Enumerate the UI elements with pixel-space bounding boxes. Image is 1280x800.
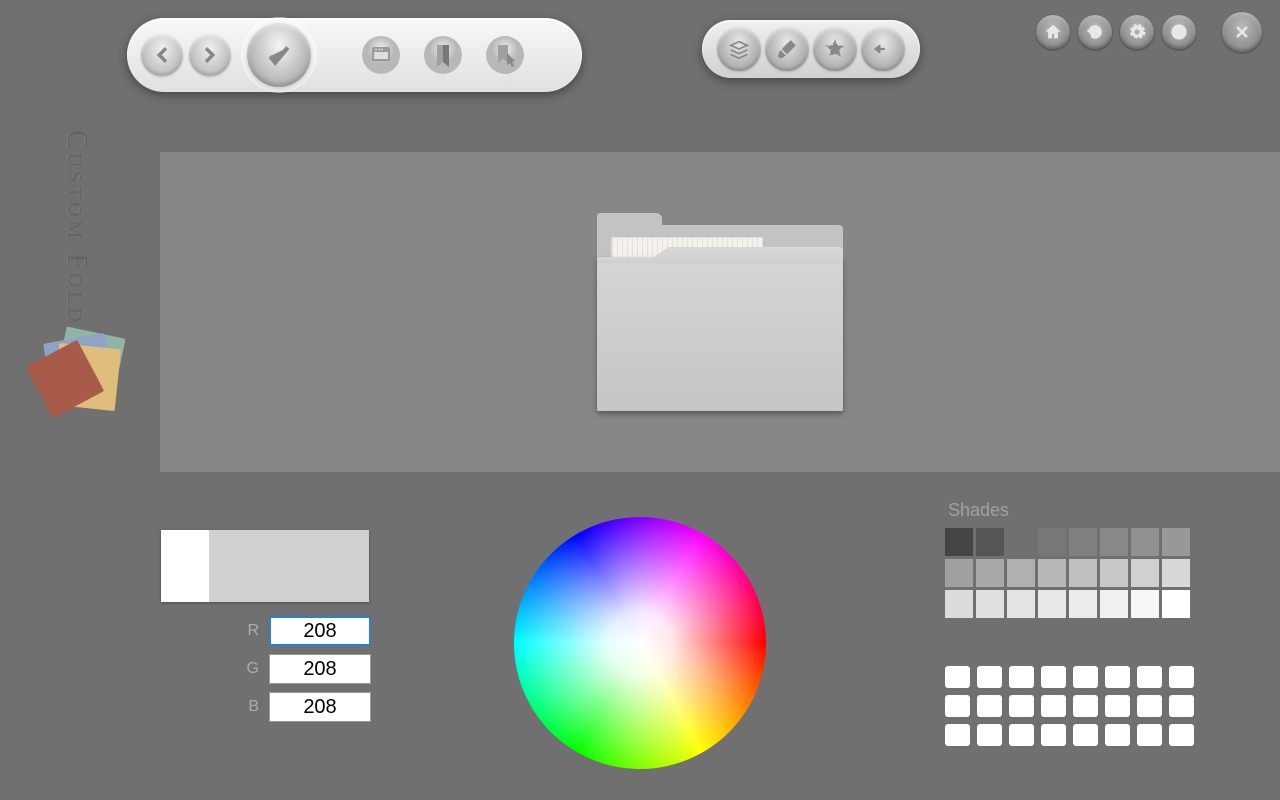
b-input[interactable] [269, 692, 371, 722]
favorite-swatch[interactable] [945, 666, 970, 688]
rgb-inputs: R G B [245, 616, 371, 722]
shade-swatch[interactable] [1038, 590, 1066, 618]
favorite-swatch[interactable] [1041, 666, 1066, 688]
g-input[interactable] [269, 654, 371, 684]
favorite-swatch[interactable] [1073, 724, 1098, 746]
color-wheel[interactable] [514, 517, 766, 769]
shade-swatch[interactable] [1007, 559, 1035, 587]
shade-swatch[interactable] [1162, 590, 1190, 618]
tool-toolbar [702, 20, 920, 78]
b-label: B [245, 698, 259, 716]
shade-swatch[interactable] [976, 559, 1004, 587]
favorites-grid [945, 666, 1194, 746]
favorite-swatch[interactable] [977, 724, 1002, 746]
favorite-swatch[interactable] [977, 695, 1002, 717]
layers-icon [728, 38, 750, 60]
shade-swatch[interactable] [945, 590, 973, 618]
shade-swatch[interactable] [1100, 528, 1128, 556]
favorite-swatch[interactable] [1041, 724, 1066, 746]
favorite-swatch[interactable] [1137, 666, 1162, 688]
brush-button[interactable] [765, 27, 809, 71]
help-icon [1170, 23, 1188, 41]
layers-button[interactable] [717, 27, 761, 71]
shade-swatch[interactable] [976, 528, 1004, 556]
shade-swatch[interactable] [1100, 590, 1128, 618]
favorite-swatch[interactable] [1009, 666, 1034, 688]
shade-swatch[interactable] [1069, 528, 1097, 556]
color-swatch-compare [161, 530, 369, 602]
arrow-right-icon [199, 44, 221, 66]
window-mode-button[interactable] [353, 27, 409, 83]
shades-grid [945, 528, 1190, 618]
main-toolbar [127, 18, 582, 92]
bookmark-icon [423, 35, 463, 75]
favorite-swatch[interactable] [1105, 695, 1130, 717]
shade-swatch[interactable] [1131, 590, 1159, 618]
forward-button[interactable] [189, 34, 231, 76]
favorite-swatch[interactable] [1073, 666, 1098, 688]
favorite-swatch[interactable] [1137, 724, 1162, 746]
check-icon [264, 40, 294, 70]
settings-button[interactable] [1120, 15, 1154, 49]
shade-swatch[interactable] [1131, 559, 1159, 587]
brush-icon [776, 38, 798, 60]
undo-button[interactable] [861, 27, 905, 71]
favorite-swatch[interactable] [1169, 666, 1194, 688]
shade-swatch[interactable] [976, 590, 1004, 618]
apply-button[interactable] [247, 23, 311, 87]
r-input[interactable] [269, 616, 371, 646]
help-button[interactable] [1162, 15, 1196, 49]
preview-panel [160, 152, 1280, 472]
bookmark-cursor-icon [485, 35, 525, 75]
current-color-swatch[interactable] [209, 530, 369, 602]
shade-swatch[interactable] [1162, 528, 1190, 556]
arrow-left-icon [151, 44, 173, 66]
undo-icon [872, 38, 894, 60]
shade-swatch[interactable] [1007, 528, 1035, 556]
favorite-swatch[interactable] [1009, 695, 1034, 717]
back-button[interactable] [141, 34, 183, 76]
star-button[interactable] [813, 27, 857, 71]
shade-swatch[interactable] [1131, 528, 1159, 556]
previous-color-swatch[interactable] [161, 530, 209, 602]
favorite-swatch[interactable] [945, 695, 970, 717]
refresh-icon [1086, 23, 1104, 41]
favorite-swatch[interactable] [1105, 666, 1130, 688]
r-label: R [245, 622, 259, 640]
shade-swatch[interactable] [1069, 559, 1097, 587]
app-logo [30, 320, 140, 430]
bookmark-button[interactable] [415, 27, 471, 83]
shade-swatch[interactable] [1038, 528, 1066, 556]
folder-preview [597, 213, 843, 411]
shade-swatch[interactable] [1007, 590, 1035, 618]
refresh-button[interactable] [1078, 15, 1112, 49]
shade-swatch[interactable] [1162, 559, 1190, 587]
window-icon [361, 35, 401, 75]
shade-swatch[interactable] [945, 559, 973, 587]
system-buttons [1036, 12, 1262, 52]
favorite-swatch[interactable] [1169, 724, 1194, 746]
home-button[interactable] [1036, 15, 1070, 49]
favorite-swatch[interactable] [1073, 695, 1098, 717]
close-icon [1232, 22, 1252, 42]
shade-swatch[interactable] [1069, 590, 1097, 618]
shade-swatch[interactable] [1100, 559, 1128, 587]
favorite-swatch[interactable] [1137, 695, 1162, 717]
bookmark-select-button[interactable] [477, 27, 533, 83]
favorite-swatch[interactable] [945, 724, 970, 746]
favorite-swatch[interactable] [1105, 724, 1130, 746]
favorite-swatch[interactable] [977, 666, 1002, 688]
home-icon [1044, 23, 1062, 41]
favorite-swatch[interactable] [1009, 724, 1034, 746]
gear-icon [1128, 23, 1146, 41]
shades-label: Shades [948, 500, 1009, 521]
shade-swatch[interactable] [1038, 559, 1066, 587]
favorite-swatch[interactable] [1041, 695, 1066, 717]
g-label: G [245, 660, 259, 678]
close-button[interactable] [1222, 12, 1262, 52]
star-outline-icon [824, 38, 846, 60]
favorite-swatch[interactable] [1169, 695, 1194, 717]
shade-swatch[interactable] [945, 528, 973, 556]
